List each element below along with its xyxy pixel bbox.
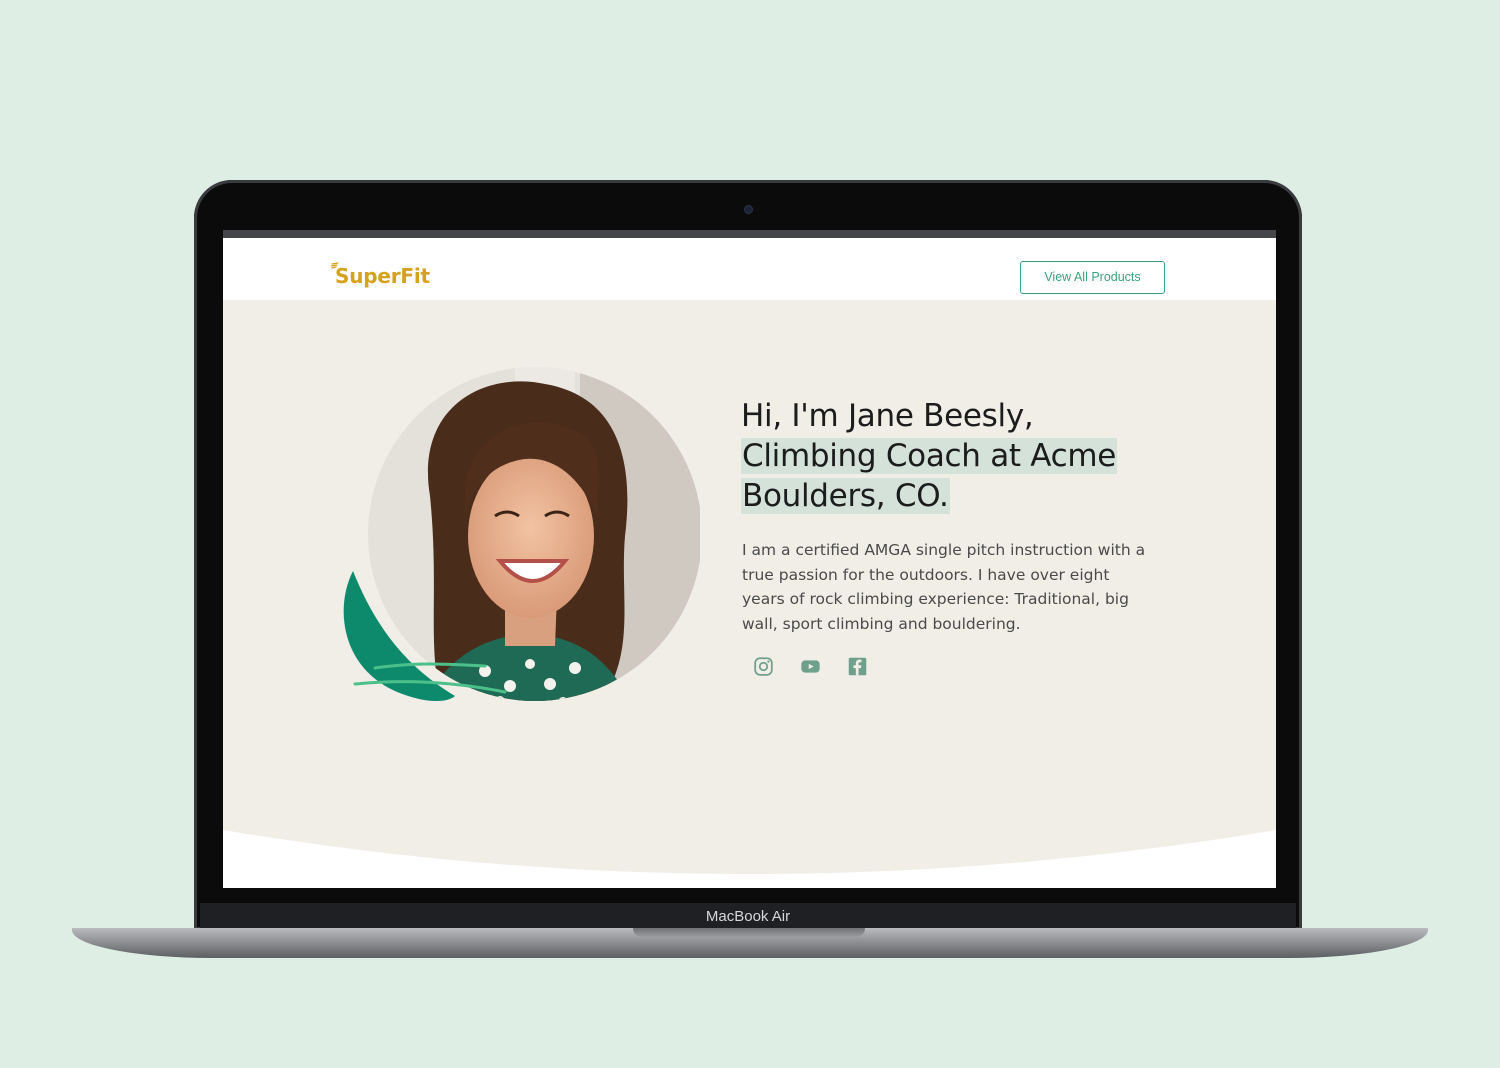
profile-photo <box>343 367 700 701</box>
hero-section: Hi, I'm Jane Beesly, Climbing Coach at A… <box>223 300 1276 888</box>
device-brand-label: MacBook Air <box>705 908 791 925</box>
laptop-notch <box>633 928 865 937</box>
superfit-logo[interactable]: SuperFit <box>335 264 430 288</box>
facebook-icon[interactable] <box>847 656 868 677</box>
camera-dot <box>745 206 752 213</box>
screen-top-strip <box>223 230 1276 238</box>
hero-wave-divider <box>223 830 1276 888</box>
social-links <box>753 656 868 677</box>
navbar: SuperFit View All Products <box>223 238 1276 300</box>
browser-screen: SuperFit View All Products Hi, I'm Jane … <box>223 230 1276 888</box>
instagram-icon[interactable] <box>753 656 774 677</box>
headline-highlight-location: Boulders, CO. <box>741 478 950 514</box>
headline-greeting: Hi, I'm Jane Beesly, <box>741 398 1034 434</box>
headline-highlight-title: Climbing Coach at Acme <box>741 438 1118 474</box>
view-all-products-button[interactable]: View All Products <box>1020 261 1165 294</box>
hero-headline: Hi, I'm Jane Beesly, Climbing Coach at A… <box>741 396 1171 516</box>
hero-bio: I am a certified AMGA single pitch instr… <box>742 541 1146 633</box>
youtube-icon[interactable] <box>800 656 821 677</box>
